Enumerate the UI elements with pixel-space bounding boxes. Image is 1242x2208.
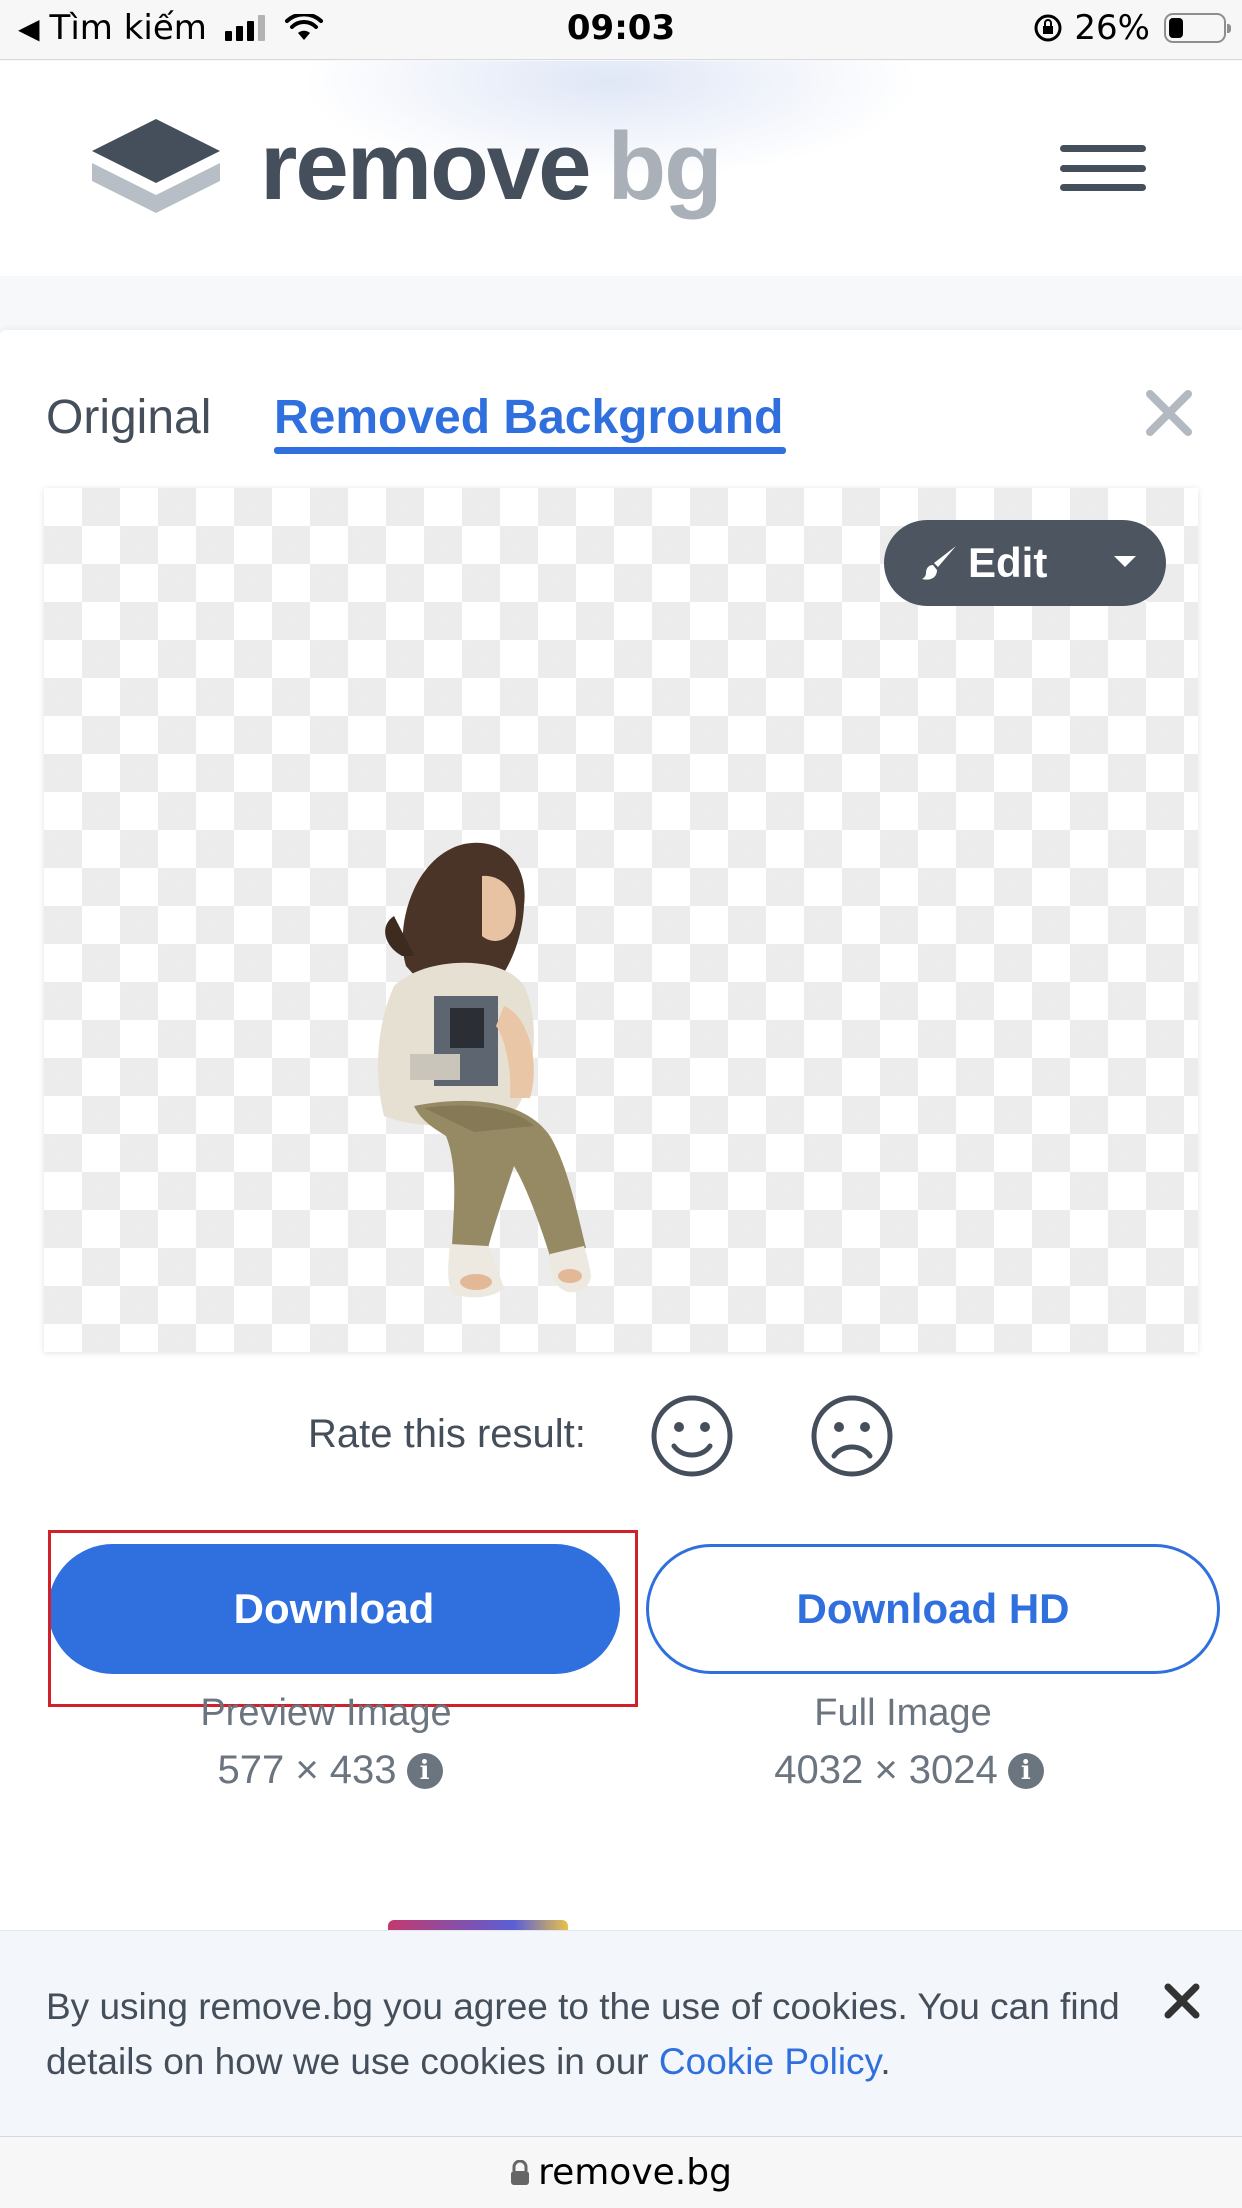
site-header: remove bg <box>0 61 1242 276</box>
rating-row: Rate this result: <box>0 1390 1242 1480</box>
frown-face-icon[interactable] <box>810 1394 894 1478</box>
tab-original[interactable]: Original <box>46 390 211 445</box>
download-button[interactable]: Download <box>48 1544 620 1674</box>
active-tab-underline <box>274 447 786 454</box>
logo[interactable]: remove bg <box>92 119 723 215</box>
url-bar[interactable]: remove.bg <box>0 2136 1242 2208</box>
url-domain[interactable]: remove.bg <box>538 2152 732 2193</box>
cookie-text: By using remove.bg you agree to the use … <box>46 1986 1120 2082</box>
preview-image-caption: Preview Image <box>200 1692 452 1734</box>
full-image-caption: Full Image <box>814 1692 992 1734</box>
cookie-policy-link[interactable]: Cookie Policy <box>659 2041 880 2082</box>
full-dimensions-value: 4032 × 3024 <box>774 1748 998 1792</box>
cookie-text-end: . <box>880 2041 891 2082</box>
edit-dropdown-caret-icon[interactable] <box>1114 556 1136 567</box>
preview-dimensions-value: 577 × 433 <box>217 1748 397 1792</box>
smile-face-icon[interactable] <box>650 1394 734 1478</box>
logo-layers-icon <box>92 119 220 213</box>
result-preview: Edit <box>44 488 1198 1352</box>
battery-level <box>1169 18 1183 38</box>
cookie-banner: By using remove.bg you agree to the use … <box>0 1930 1242 2136</box>
lock-icon <box>511 2159 530 2185</box>
logo-wordmark: remove bg <box>260 119 723 215</box>
tab-removed-background[interactable]: Removed Background <box>274 390 783 445</box>
info-icon[interactable]: i <box>406 1752 443 1789</box>
full-dimensions: 4032 × 3024 i <box>646 1748 1172 1793</box>
edit-button[interactable]: Edit <box>884 520 1166 606</box>
orientation-lock-icon <box>1034 14 1062 42</box>
info-icon[interactable]: i <box>1007 1752 1044 1789</box>
logo-word-bg: bg <box>607 113 723 220</box>
result-card: Original Removed Background Edit Rate th… <box>0 330 1242 1930</box>
status-right: 26% <box>1032 8 1231 48</box>
battery-percent: 26% <box>1074 8 1150 48</box>
preview-dimensions: 577 × 433 i <box>48 1748 612 1793</box>
close-icon[interactable] <box>1142 386 1196 440</box>
battery-icon <box>1164 13 1231 43</box>
cookie-message: By using remove.bg you agree to the use … <box>46 1979 1166 2089</box>
rating-label: Rate this result: <box>308 1412 586 1456</box>
cutout-person-image <box>378 842 591 1298</box>
edit-label: Edit <box>968 539 1048 586</box>
brush-icon <box>922 546 956 580</box>
logo-word-remove: remove <box>260 113 592 220</box>
download-hd-button[interactable]: Download HD <box>646 1544 1220 1674</box>
menu-icon[interactable] <box>1060 145 1146 191</box>
close-icon[interactable] <box>1162 1981 1202 2021</box>
status-bar: ◀ Tìm kiếm 09:03 26% <box>0 0 1242 60</box>
page: ◀ Tìm kiếm 09:03 26% remove bg Original … <box>0 0 1242 2208</box>
